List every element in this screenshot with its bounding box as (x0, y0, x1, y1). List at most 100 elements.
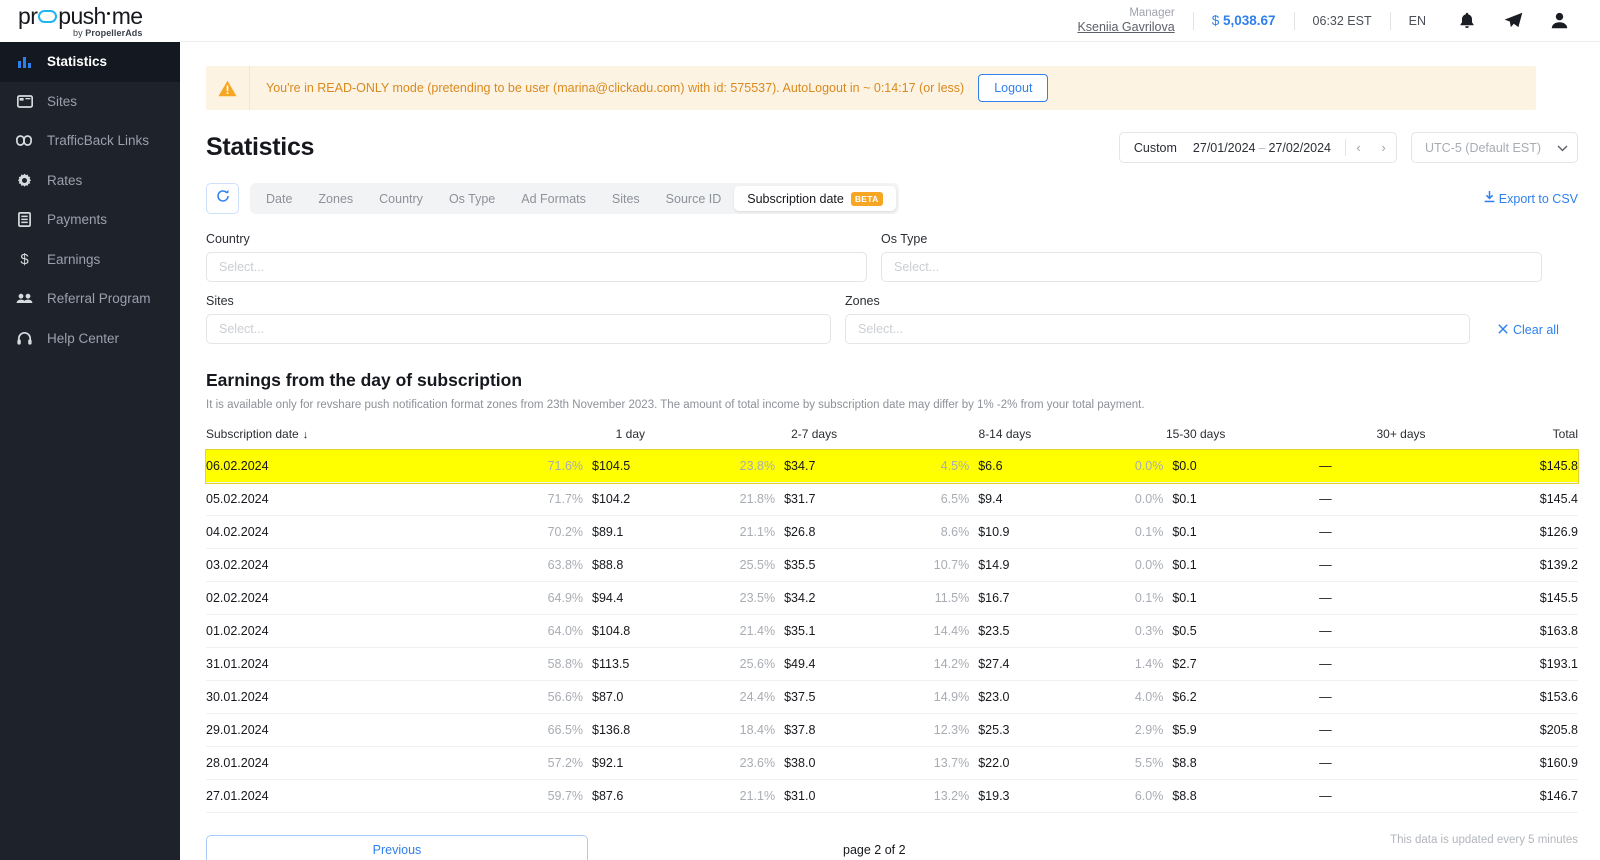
brand-logo[interactable]: pr push me by PropellerAds (0, 0, 180, 42)
column-header-8-14-days[interactable]: 8-14 days (837, 427, 1032, 450)
cell-total: $139.2 (1425, 548, 1578, 582)
sidebar-item-referral-program[interactable]: Referral Program (0, 279, 180, 319)
cell-subscription-date: 29.01.2024 (206, 713, 471, 747)
cell-15-30days-amount: $0.1 (1172, 558, 1197, 572)
bell-icon[interactable] (1444, 12, 1490, 29)
tab-date[interactable]: Date (253, 186, 305, 211)
column-header-subscription-date[interactable]: Subscription date ↓ (206, 427, 471, 450)
sidebar-item-payments[interactable]: Payments (0, 200, 180, 240)
cell-total: $193.1 (1425, 647, 1578, 681)
filter-country: Country Select... (206, 232, 867, 282)
column-header-2-7-days[interactable]: 2-7 days (645, 427, 838, 450)
cell-8-14days-amount: $23.5 (978, 624, 1010, 638)
sidebar-item-trafficback-links[interactable]: TrafficBack Links (0, 121, 180, 161)
tab-country[interactable]: Country (366, 186, 436, 211)
sidebar-item-sites[interactable]: Sites (0, 82, 180, 122)
table-row[interactable]: 01.02.2024 64.0% $104.8 21.4% $35.1 14.4% $23.… (206, 614, 1578, 648)
cell-30plus-days: — (1225, 548, 1426, 582)
country-select-input[interactable]: Select... (206, 252, 867, 282)
language-selector[interactable]: EN (1391, 14, 1444, 28)
sidebar-item-rates[interactable]: Rates (0, 161, 180, 201)
cell-1day-pct: 63.8% (547, 558, 584, 572)
tab-sites[interactable]: Sites (599, 186, 653, 211)
refresh-button[interactable] (206, 183, 239, 214)
table-cell: 57.2% $92.1 (470, 746, 646, 780)
table-cell: 0.1% $0.1 (1031, 581, 1226, 615)
table-row[interactable]: 04.02.2024 70.2% $89.1 21.1% $26.8 8.6% $10.9 0… (206, 515, 1578, 549)
link-icon (16, 135, 33, 147)
clear-all-filters-button[interactable]: Clear all (1498, 323, 1559, 344)
os-type-select-input[interactable]: Select... (881, 252, 1542, 282)
table-cell: 6.0% $8.8 (1031, 779, 1226, 813)
export-to-csv-button[interactable]: Export to CSV (1484, 191, 1578, 206)
table-cell: 13.2% $19.3 (837, 779, 1032, 813)
telegram-icon[interactable] (1490, 12, 1536, 29)
table-cell: 25.6% $49.4 (645, 647, 838, 681)
column-header-total[interactable]: Total (1425, 427, 1578, 450)
cell-30plus-days: — (1225, 713, 1426, 747)
table-row[interactable]: 27.01.2024 59.7% $87.6 21.1% $31.0 13.2% $19.3… (206, 779, 1578, 813)
table-row[interactable]: 03.02.2024 63.8% $88.8 25.5% $35.5 10.7% $14.9… (206, 548, 1578, 582)
account-balance[interactable]: $ 5,038.67 (1194, 13, 1294, 28)
sidebar-nav: Statistics Sites TrafficBack Links Rates (0, 42, 180, 358)
cell-30plus-days: — (1225, 746, 1426, 780)
tab-subscription-date[interactable]: Subscription date BETA (734, 186, 896, 211)
filter-country-label: Country (206, 232, 250, 246)
column-header-30-plus-days[interactable]: 30+ days (1225, 427, 1426, 450)
cell-2-7days-amount: $38.0 (784, 756, 816, 770)
table-cell: 0.3% $0.5 (1031, 614, 1226, 648)
tab-os-type[interactable]: Os Type (436, 186, 508, 211)
table-cell: 23.6% $38.0 (645, 746, 838, 780)
table-row[interactable]: 05.02.2024 71.7% $104.2 21.8% $31.7 6.5% $9.4 0… (206, 482, 1578, 516)
table-cell: 0.1% $0.1 (1031, 515, 1226, 549)
tab-source-id[interactable]: Source ID (653, 186, 735, 211)
cell-1day-pct: 64.9% (547, 591, 584, 605)
table-row[interactable]: 31.01.2024 58.8% $113.5 25.6% $49.4 14.2% $27.… (206, 647, 1578, 681)
cell-1day-pct: 56.6% (547, 690, 584, 704)
cell-2-7days-pct: 21.4% (739, 624, 776, 638)
sites-select-input[interactable]: Select... (206, 314, 831, 344)
cell-1day-amount: $88.8 (592, 558, 624, 572)
chevron-right-icon[interactable]: › (1371, 140, 1396, 155)
date-range-values[interactable]: 27/01/2024–27/02/2024 (1193, 141, 1345, 155)
column-header-15-30-days[interactable]: 15-30 days (1031, 427, 1226, 450)
table-cell: 0.0% $0.1 (1031, 548, 1226, 582)
chevron-left-icon[interactable]: ‹ (1346, 140, 1371, 155)
logo-dot-icon (106, 11, 110, 15)
table-row[interactable]: 29.01.2024 66.5% $136.8 18.4% $37.8 12.3% $25.… (206, 713, 1578, 747)
cell-subscription-date: 03.02.2024 (206, 548, 471, 582)
previous-page-button[interactable]: Previous (206, 835, 588, 860)
table-cell: 63.8% $88.8 (470, 548, 646, 582)
table-row[interactable]: 02.02.2024 64.9% $94.4 23.5% $34.2 11.5% $16.7… (206, 581, 1578, 615)
table-cell: 21.4% $35.1 (645, 614, 838, 648)
timezone-select[interactable]: UTC-5 (Default EST) (1411, 132, 1578, 163)
table-row[interactable]: 06.02.2024 71.6% $104.5 23.8% $34.7 4.5% $6.6 0… (205, 448, 1579, 484)
sidebar-item-help-center[interactable]: Help Center (0, 319, 180, 359)
zones-select-input[interactable]: Select... (845, 314, 1470, 344)
cell-1day-pct: 70.2% (547, 525, 584, 539)
tab-zones[interactable]: Zones (305, 186, 366, 211)
sidebar-item-earnings[interactable]: $ Earnings (0, 240, 180, 280)
cell-2-7days-amount: $35.1 (784, 624, 816, 638)
cell-8-14days-amount: $23.0 (978, 690, 1010, 704)
server-clock: 06:32 EST (1312, 13, 1372, 28)
date-range-picker[interactable]: Custom 27/01/2024–27/02/2024 ‹ › (1118, 132, 1397, 163)
sidebar-item-statistics[interactable]: Statistics (0, 42, 180, 82)
manager-name-link[interactable]: Kseniia Gavrilova (1077, 20, 1174, 36)
date-range-preset[interactable]: Custom (1120, 141, 1193, 155)
tab-ad-formats[interactable]: Ad Formats (508, 186, 599, 211)
date-range-dash: – (1258, 140, 1266, 155)
cell-subscription-date: 05.02.2024 (206, 482, 471, 516)
user-avatar-icon[interactable] (1536, 12, 1582, 29)
table-row[interactable]: 30.01.2024 56.6% $87.0 24.4% $37.5 14.9% $23.0… (206, 680, 1578, 714)
table-row[interactable]: 28.01.2024 57.2% $92.1 23.6% $38.0 13.7% $22.0… (206, 746, 1578, 780)
logout-button[interactable]: Logout (978, 74, 1049, 102)
close-x-icon (1498, 323, 1508, 337)
date-range-end: 27/02/2024 (1268, 140, 1331, 155)
cell-2-7days-amount: $35.5 (784, 558, 816, 572)
cell-1day-amount: $136.8 (592, 723, 631, 737)
table-cell: 14.4% $23.5 (837, 614, 1032, 648)
column-header-1-day[interactable]: 1 day (470, 427, 646, 450)
gear-icon (16, 173, 33, 188)
cell-2-7days-amount: $31.7 (784, 492, 816, 506)
